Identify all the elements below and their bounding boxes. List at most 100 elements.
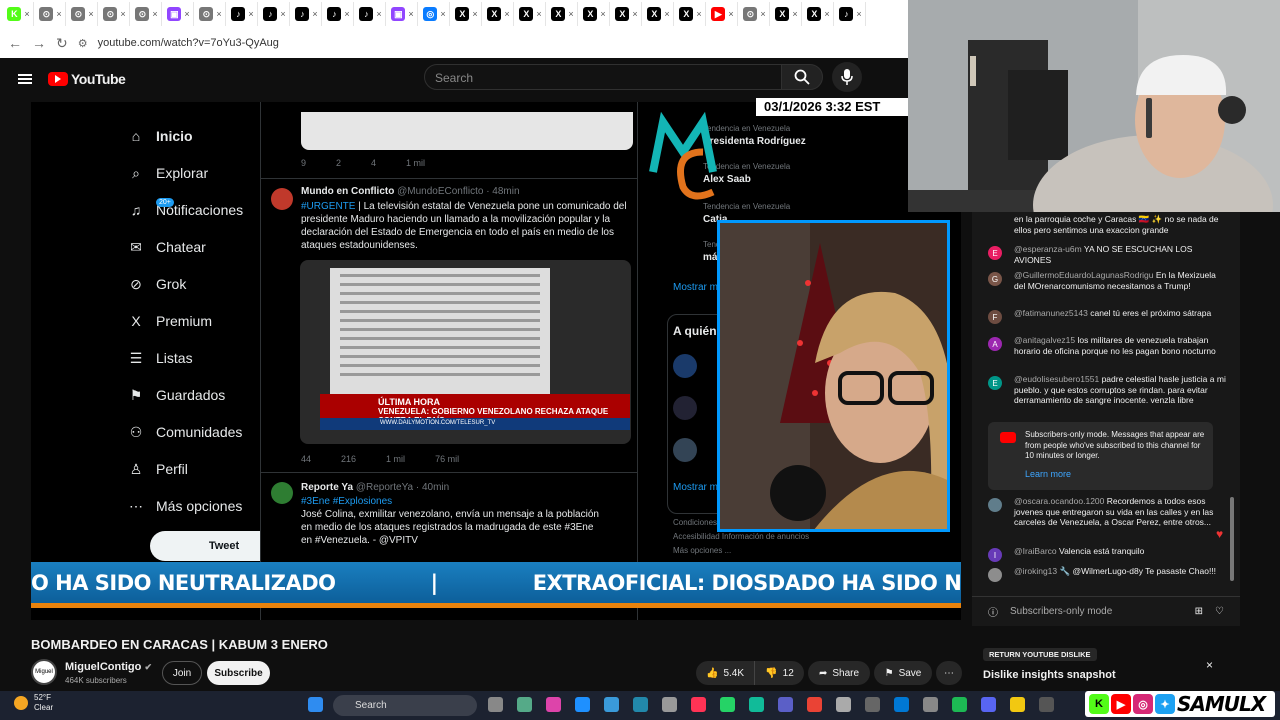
chat-author[interactable]: @esperanza-u6m [1014, 244, 1082, 254]
close-tab-icon[interactable]: × [184, 9, 189, 19]
close-tab-icon[interactable]: × [440, 9, 445, 19]
join-button[interactable]: Join [162, 661, 202, 685]
browser-tab[interactable]: ♪ × [292, 2, 322, 26]
browser-tab[interactable]: ⊙ × [36, 2, 66, 26]
weather-widget[interactable]: 52°F Clear [14, 693, 53, 713]
more-actions-button[interactable]: ⋯ [936, 661, 962, 685]
browser-tab[interactable]: K × [4, 2, 34, 26]
menu-icon[interactable] [18, 74, 32, 84]
vscode-icon[interactable] [894, 697, 909, 712]
info-icon[interactable]: ⓘ [988, 604, 998, 619]
browser-tab[interactable]: X × [548, 2, 578, 26]
close-tab-icon[interactable]: × [56, 9, 61, 19]
close-tab-icon[interactable]: × [472, 9, 477, 19]
super-chat-icon[interactable]: ⊞ [1195, 606, 1203, 617]
spotify-icon[interactable] [952, 697, 967, 712]
browser-tab[interactable]: ⊙ × [100, 2, 130, 26]
browser-tab[interactable]: X × [676, 2, 706, 26]
browser-tab[interactable]: ⊙ × [132, 2, 162, 26]
site-info-icon[interactable]: ⚙ [78, 37, 88, 50]
close-tab-icon[interactable]: × [600, 9, 605, 19]
close-tab-icon[interactable]: × [280, 9, 285, 19]
explorer-icon[interactable] [662, 697, 677, 712]
browser-tab[interactable]: X × [484, 2, 514, 26]
taskbar-search[interactable]: Search [333, 695, 477, 716]
close-icon[interactable]: × [1206, 658, 1213, 672]
close-tab-icon[interactable]: × [568, 9, 573, 19]
browser-tab[interactable]: ▣ × [388, 2, 418, 26]
obs-icon[interactable] [1039, 697, 1054, 712]
windows-start-icon[interactable] [308, 697, 323, 712]
store-icon[interactable] [604, 697, 619, 712]
chat-scrollbar[interactable] [1230, 497, 1234, 581]
steam-icon[interactable] [749, 697, 764, 712]
close-tab-icon[interactable]: × [728, 9, 733, 19]
close-tab-icon[interactable]: × [344, 9, 349, 19]
heart-icon[interactable]: ♡ [1215, 606, 1224, 617]
close-tab-icon[interactable]: × [760, 9, 765, 19]
task-view-icon[interactable] [488, 697, 503, 712]
reload-icon[interactable]: ↻ [56, 35, 68, 52]
widgets-icon[interactable] [517, 697, 532, 712]
close-tab-icon[interactable]: × [792, 9, 797, 19]
search-input[interactable]: Search [424, 64, 782, 90]
close-tab-icon[interactable]: × [88, 9, 93, 19]
voice-search-button[interactable] [832, 62, 862, 92]
forward-icon[interactable]: → [32, 35, 46, 51]
browser-tab[interactable]: ♪ × [228, 2, 258, 26]
learn-more-link[interactable]: Learn more [1025, 469, 1071, 479]
close-tab-icon[interactable]: × [664, 9, 669, 19]
chat-author[interactable]: @fatimanunez5143 [1014, 308, 1088, 318]
close-tab-icon[interactable]: × [824, 9, 829, 19]
browser-tab[interactable]: ⊙ × [196, 2, 226, 26]
close-tab-icon[interactable]: × [504, 9, 509, 19]
browser-tab[interactable]: ♪ × [324, 2, 354, 26]
youtube-logo[interactable]: YouTube [48, 71, 126, 87]
close-tab-icon[interactable]: × [248, 9, 253, 19]
browser-tab[interactable]: ⊙ × [740, 2, 770, 26]
browser-tab[interactable]: X × [772, 2, 802, 26]
close-tab-icon[interactable]: × [120, 9, 125, 19]
browser-tab[interactable]: X × [452, 2, 482, 26]
browser-tab[interactable]: ▶ × [708, 2, 738, 26]
close-tab-icon[interactable]: × [376, 9, 381, 19]
close-tab-icon[interactable]: × [696, 9, 701, 19]
chat-author[interactable]: @GuillermoEduardoLagunasRodrigu [1014, 270, 1154, 280]
close-tab-icon[interactable]: × [312, 9, 317, 19]
close-tab-icon[interactable]: × [856, 9, 861, 19]
like-button[interactable]: 👍 5.4K [696, 661, 754, 685]
app-icon[interactable] [691, 697, 706, 712]
browser-tab[interactable]: ▣ × [164, 2, 194, 26]
dislike-button[interactable]: 👎 12 [754, 661, 804, 685]
browser-tab[interactable]: ♪ × [356, 2, 386, 26]
browser-tab[interactable]: X × [644, 2, 674, 26]
folder-icon[interactable] [1010, 697, 1025, 712]
app-icon[interactable] [836, 697, 851, 712]
mail-icon[interactable] [633, 697, 648, 712]
edge-icon[interactable] [575, 697, 590, 712]
copilot-icon[interactable] [546, 697, 561, 712]
chat-author[interactable]: @eudolisesubero1551 [1014, 374, 1099, 384]
close-tab-icon[interactable]: × [408, 9, 413, 19]
chat-author[interactable]: @iroking13 🔧 [1014, 566, 1070, 576]
share-button[interactable]: ➦ Share [808, 661, 870, 685]
browser-tab[interactable]: X × [612, 2, 642, 26]
close-tab-icon[interactable]: × [24, 9, 29, 19]
chrome-icon[interactable] [807, 697, 822, 712]
chat-author[interactable]: @anitagalvez15 [1014, 335, 1075, 345]
whatsapp-icon[interactable] [720, 697, 735, 712]
browser-tab[interactable]: ♪ × [836, 2, 866, 26]
back-icon[interactable]: ← [8, 35, 22, 51]
close-tab-icon[interactable]: × [216, 9, 221, 19]
channel-avatar[interactable]: Miguel [31, 659, 57, 685]
browser-tab[interactable]: ⊙ × [68, 2, 98, 26]
teams-icon[interactable] [778, 697, 793, 712]
browser-tab[interactable]: ♪ × [260, 2, 290, 26]
search-button[interactable] [781, 64, 823, 90]
subscribe-button[interactable]: Subscribe [207, 661, 270, 685]
chat-author[interactable]: @oscara.ocandoo.1200 [1014, 496, 1104, 506]
channel-name[interactable]: MiguelContigo ✔ [65, 661, 152, 673]
browser-tab[interactable]: X × [516, 2, 546, 26]
app-icon[interactable] [865, 697, 880, 712]
video-player[interactable]: ⌂ Inicio ⌕ Explorar ♫ Notificaciones ✉ Chatear ⊘… [31, 102, 961, 620]
